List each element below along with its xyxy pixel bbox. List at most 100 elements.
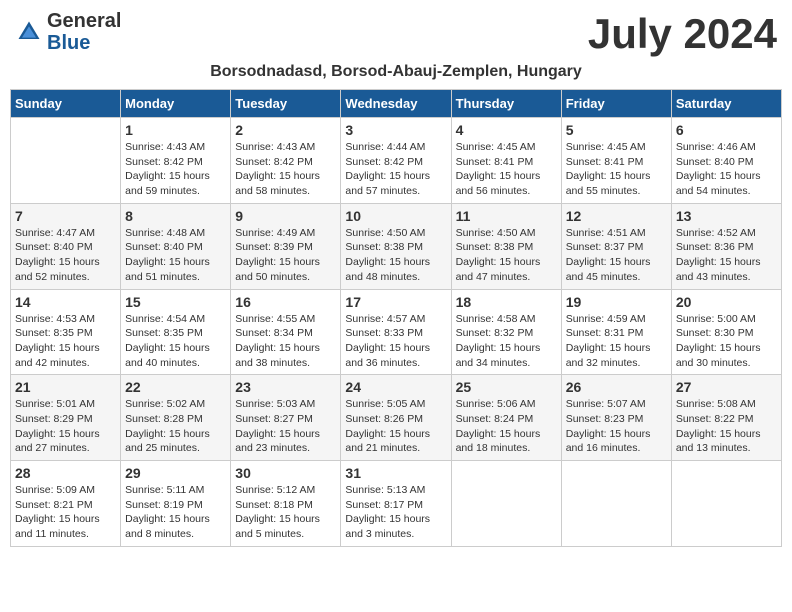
day-of-week-header: Monday — [121, 90, 231, 118]
day-info: Sunrise: 5:09 AM Sunset: 8:21 PM Dayligh… — [15, 483, 116, 542]
calendar-cell: 20Sunrise: 5:00 AM Sunset: 8:30 PM Dayli… — [671, 289, 781, 375]
day-info: Sunrise: 4:50 AM Sunset: 8:38 PM Dayligh… — [456, 226, 557, 285]
calendar-cell: 4Sunrise: 4:45 AM Sunset: 8:41 PM Daylig… — [451, 118, 561, 204]
day-number: 23 — [235, 379, 336, 395]
day-number: 25 — [456, 379, 557, 395]
day-number: 10 — [345, 208, 446, 224]
calendar-week-row: 28 Sunrise: 5:09 AM Sunset: 8:21 PM Dayli… — [11, 461, 782, 547]
calendar-cell: 5Sunrise: 4:45 AM Sunset: 8:41 PM Daylig… — [561, 118, 671, 204]
day-number: 5 — [566, 122, 667, 138]
calendar-cell: 24 Sunrise: 5:05 AM Sunset: 8:26 PM Dayli… — [341, 375, 451, 461]
day-number: 26 — [566, 379, 667, 395]
logo-general-text: General — [47, 10, 121, 32]
day-of-week-header: Wednesday — [341, 90, 451, 118]
calendar-cell: 6Sunrise: 4:46 AM Sunset: 8:40 PM Daylig… — [671, 118, 781, 204]
day-info: Sunrise: 4:48 AM Sunset: 8:40 PM Dayligh… — [125, 226, 226, 285]
day-of-week-header: Tuesday — [231, 90, 341, 118]
calendar-cell: 15 Sunrise: 4:54 AM Sunset: 8:35 PM Dayli… — [121, 289, 231, 375]
calendar-cell: 2Sunrise: 4:43 AM Sunset: 8:42 PM Daylig… — [231, 118, 341, 204]
calendar-header-row: SundayMondayTuesdayWednesdayThursdayFrid… — [11, 90, 782, 118]
day-of-week-header: Sunday — [11, 90, 121, 118]
location-title: Borsodnadasd, Borsod-Abauj-Zemplen, Hung… — [10, 63, 782, 81]
day-number: 18 — [456, 294, 557, 310]
calendar-cell: 1 Sunrise: 4:43 AM Sunset: 8:42 PM Daylig… — [121, 118, 231, 204]
calendar-cell: 13Sunrise: 4:52 AM Sunset: 8:36 PM Dayli… — [671, 203, 781, 289]
day-info: Sunrise: 4:44 AM Sunset: 8:42 PM Dayligh… — [345, 140, 446, 199]
calendar-cell: 25 Sunrise: 5:06 AM Sunset: 8:24 PM Dayli… — [451, 375, 561, 461]
calendar-week-row: 1 Sunrise: 4:43 AM Sunset: 8:42 PM Daylig… — [11, 118, 782, 204]
day-number: 22 — [125, 379, 226, 395]
day-info: Sunrise: 4:54 AM Sunset: 8:35 PM Dayligh… — [125, 312, 226, 371]
calendar-cell: 8 Sunrise: 4:48 AM Sunset: 8:40 PM Daylig… — [121, 203, 231, 289]
calendar-week-row: 14Sunrise: 4:53 AM Sunset: 8:35 PM Dayli… — [11, 289, 782, 375]
day-number: 11 — [456, 208, 557, 224]
calendar-cell: 21 Sunrise: 5:01 AM Sunset: 8:29 PM Dayli… — [11, 375, 121, 461]
day-number: 19 — [566, 294, 667, 310]
calendar-table: SundayMondayTuesdayWednesdayThursdayFrid… — [10, 89, 782, 547]
day-number: 29 — [125, 465, 226, 481]
calendar-cell: 12 Sunrise: 4:51 AM Sunset: 8:37 PM Dayli… — [561, 203, 671, 289]
calendar-cell: 29Sunrise: 5:11 AM Sunset: 8:19 PM Dayli… — [121, 461, 231, 547]
day-number: 3 — [345, 122, 446, 138]
day-number: 9 — [235, 208, 336, 224]
calendar-cell — [561, 461, 671, 547]
day-of-week-header: Friday — [561, 90, 671, 118]
calendar-cell: 11 Sunrise: 4:50 AM Sunset: 8:38 PM Dayli… — [451, 203, 561, 289]
day-info: Sunrise: 4:43 AM Sunset: 8:42 PM Dayligh… — [125, 140, 226, 199]
logo-text: General Blue — [47, 10, 121, 54]
day-info: Sunrise: 5:03 AM Sunset: 8:27 PM Dayligh… — [235, 397, 336, 456]
day-info: Sunrise: 4:59 AM Sunset: 8:31 PM Dayligh… — [566, 312, 667, 371]
calendar-week-row: 21 Sunrise: 5:01 AM Sunset: 8:29 PM Dayli… — [11, 375, 782, 461]
day-number: 6 — [676, 122, 777, 138]
calendar-cell: 28 Sunrise: 5:09 AM Sunset: 8:21 PM Dayli… — [11, 461, 121, 547]
day-number: 12 — [566, 208, 667, 224]
day-of-week-header: Thursday — [451, 90, 561, 118]
calendar-cell — [451, 461, 561, 547]
day-info: Sunrise: 5:06 AM Sunset: 8:24 PM Dayligh… — [456, 397, 557, 456]
day-info: Sunrise: 4:55 AM Sunset: 8:34 PM Dayligh… — [235, 312, 336, 371]
day-of-week-header: Saturday — [671, 90, 781, 118]
day-info: Sunrise: 5:05 AM Sunset: 8:26 PM Dayligh… — [345, 397, 446, 456]
page-header: General Blue July 2024 — [10, 10, 782, 58]
day-number: 24 — [345, 379, 446, 395]
day-number: 28 — [15, 465, 116, 481]
day-info: Sunrise: 5:01 AM Sunset: 8:29 PM Dayligh… — [15, 397, 116, 456]
day-info: Sunrise: 4:58 AM Sunset: 8:32 PM Dayligh… — [456, 312, 557, 371]
day-info: Sunrise: 5:08 AM Sunset: 8:22 PM Dayligh… — [676, 397, 777, 456]
day-info: Sunrise: 4:57 AM Sunset: 8:33 PM Dayligh… — [345, 312, 446, 371]
day-info: Sunrise: 5:02 AM Sunset: 8:28 PM Dayligh… — [125, 397, 226, 456]
logo-blue-text: Blue — [47, 32, 90, 54]
day-number: 1 — [125, 122, 226, 138]
calendar-cell: 27Sunrise: 5:08 AM Sunset: 8:22 PM Dayli… — [671, 375, 781, 461]
day-number: 8 — [125, 208, 226, 224]
month-title: July 2024 — [588, 10, 777, 58]
calendar-cell: 18 Sunrise: 4:58 AM Sunset: 8:32 PM Dayli… — [451, 289, 561, 375]
day-info: Sunrise: 5:07 AM Sunset: 8:23 PM Dayligh… — [566, 397, 667, 456]
calendar-cell: 9 Sunrise: 4:49 AM Sunset: 8:39 PM Daylig… — [231, 203, 341, 289]
calendar-cell: 31 Sunrise: 5:13 AM Sunset: 8:17 PM Dayli… — [341, 461, 451, 547]
day-info: Sunrise: 5:13 AM Sunset: 8:17 PM Dayligh… — [345, 483, 446, 542]
calendar-cell: 23 Sunrise: 5:03 AM Sunset: 8:27 PM Dayli… — [231, 375, 341, 461]
calendar-cell — [671, 461, 781, 547]
calendar-cell: 17 Sunrise: 4:57 AM Sunset: 8:33 PM Dayli… — [341, 289, 451, 375]
day-number: 31 — [345, 465, 446, 481]
calendar-cell: 30Sunrise: 5:12 AM Sunset: 8:18 PM Dayli… — [231, 461, 341, 547]
calendar-cell: 3 Sunrise: 4:44 AM Sunset: 8:42 PM Daylig… — [341, 118, 451, 204]
day-number: 21 — [15, 379, 116, 395]
day-info: Sunrise: 5:00 AM Sunset: 8:30 PM Dayligh… — [676, 312, 777, 371]
day-number: 7 — [15, 208, 116, 224]
logo: General Blue — [15, 10, 121, 54]
day-info: Sunrise: 4:49 AM Sunset: 8:39 PM Dayligh… — [235, 226, 336, 285]
calendar-cell: 19 Sunrise: 4:59 AM Sunset: 8:31 PM Dayli… — [561, 289, 671, 375]
day-number: 2 — [235, 122, 336, 138]
day-info: Sunrise: 4:47 AM Sunset: 8:40 PM Dayligh… — [15, 226, 116, 285]
day-info: Sunrise: 5:12 AM Sunset: 8:18 PM Dayligh… — [235, 483, 336, 542]
calendar-cell: 22 Sunrise: 5:02 AM Sunset: 8:28 PM Dayli… — [121, 375, 231, 461]
calendar-cell: 7 Sunrise: 4:47 AM Sunset: 8:40 PM Daylig… — [11, 203, 121, 289]
day-info: Sunrise: 4:51 AM Sunset: 8:37 PM Dayligh… — [566, 226, 667, 285]
day-number: 15 — [125, 294, 226, 310]
calendar-cell: 14Sunrise: 4:53 AM Sunset: 8:35 PM Dayli… — [11, 289, 121, 375]
calendar-cell: 26 Sunrise: 5:07 AM Sunset: 8:23 PM Dayli… — [561, 375, 671, 461]
day-number: 17 — [345, 294, 446, 310]
day-number: 4 — [456, 122, 557, 138]
